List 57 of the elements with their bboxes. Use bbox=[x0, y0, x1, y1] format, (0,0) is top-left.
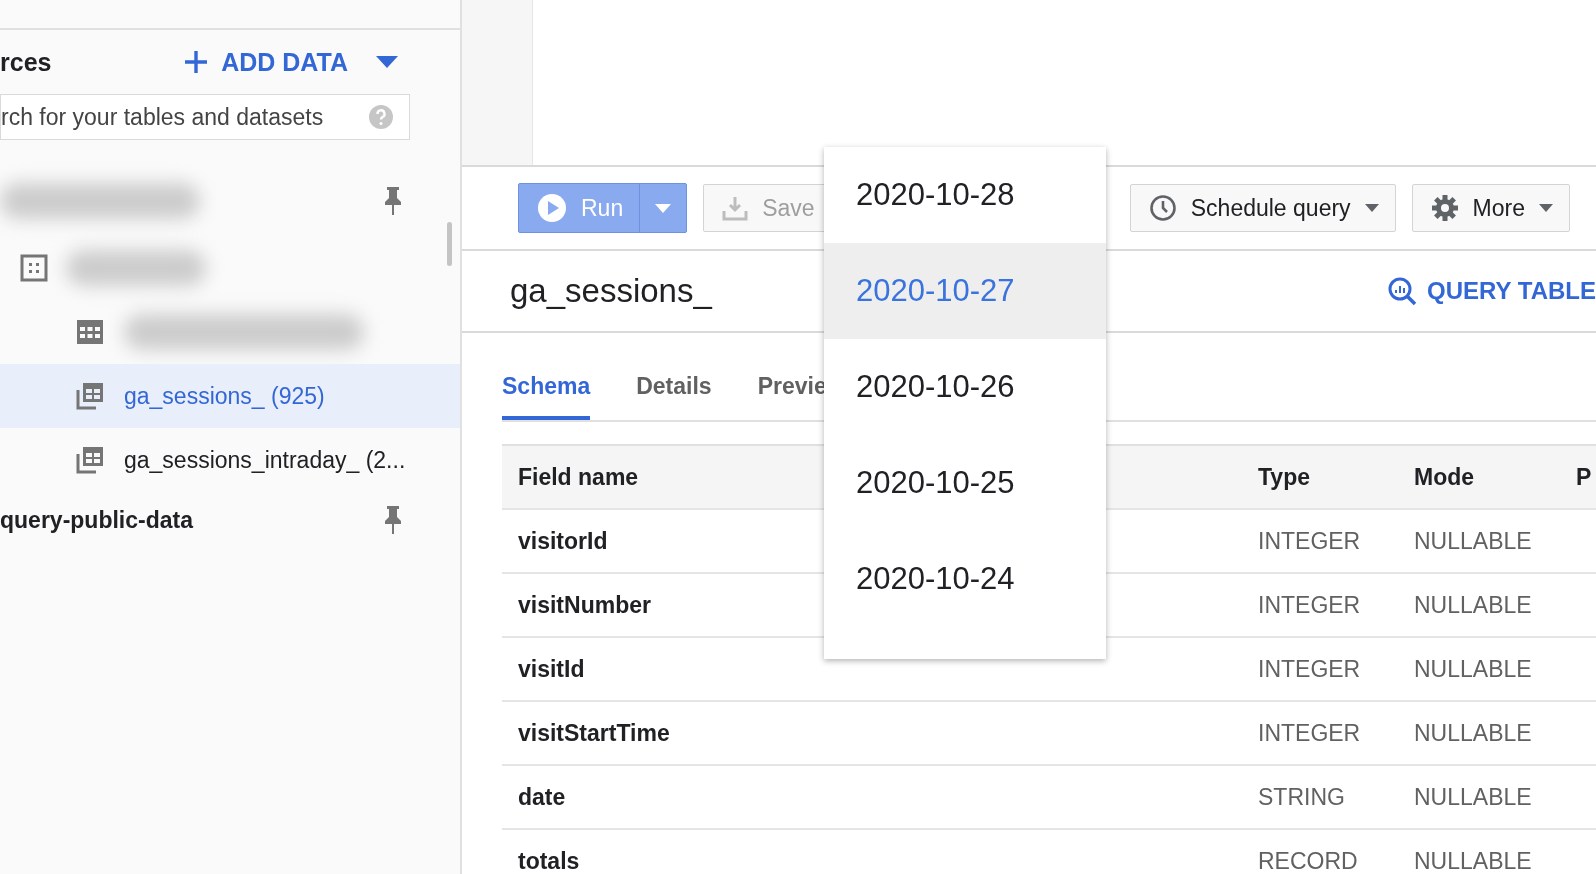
clock-icon bbox=[1148, 194, 1177, 222]
tab[interactable]: Details bbox=[636, 359, 712, 420]
mode-cell-text: NULLABLE bbox=[1414, 719, 1533, 747]
caret-icon bbox=[655, 203, 672, 213]
field-name-cell: visitStartTime bbox=[518, 719, 670, 746]
date-option[interactable]: 2020-10-25 bbox=[824, 435, 1106, 531]
project-name[interactable]: query-public-data bbox=[0, 506, 193, 534]
type-cell-text: INTEGER bbox=[1258, 719, 1362, 747]
table-name[interactable]: ga_sessions_ (925) bbox=[124, 382, 325, 410]
field-name-cell: visitorId bbox=[518, 527, 608, 554]
table-title: ga_sessions_ bbox=[510, 272, 712, 310]
sharded-table-icon bbox=[76, 446, 104, 474]
field-name-cell: visitId bbox=[518, 655, 585, 682]
table-icon bbox=[76, 318, 104, 346]
column-header: Mode bbox=[1414, 463, 1475, 490]
date-option[interactable]: 2020-10-27 bbox=[824, 243, 1106, 339]
search-icon bbox=[1387, 276, 1418, 306]
field-name-cell: totals bbox=[518, 847, 580, 874]
caret-icon bbox=[376, 55, 398, 69]
pin-icon[interactable] bbox=[382, 505, 404, 535]
mode-cell-text: NULLABLE bbox=[1414, 847, 1533, 874]
more-button[interactable]: More bbox=[1411, 184, 1570, 232]
pin-icon[interactable] bbox=[382, 186, 404, 216]
scrollbar-thumb[interactable] bbox=[447, 222, 452, 266]
section-title: rces bbox=[0, 47, 52, 77]
type-cell-text: INTEGER bbox=[1258, 591, 1362, 619]
sharded-table-icon bbox=[76, 382, 104, 410]
column-header: P bbox=[1576, 463, 1592, 490]
caret-icon bbox=[1539, 204, 1553, 212]
field-name-cell: date bbox=[518, 783, 566, 810]
type-cell-text: INTEGER bbox=[1258, 655, 1362, 683]
gear-icon bbox=[1430, 194, 1459, 222]
mode-cell-text: NULLABLE bbox=[1414, 783, 1533, 811]
type-cell-text: STRING bbox=[1258, 783, 1346, 811]
dataset-icon bbox=[20, 254, 48, 282]
caret-icon bbox=[1364, 204, 1379, 212]
tab[interactable]: Previe bbox=[757, 359, 827, 420]
column-header: Type bbox=[1258, 463, 1310, 490]
table-name[interactable]: ga_sessions_intraday_ (2... bbox=[124, 446, 406, 474]
tab[interactable]: Schema bbox=[502, 359, 591, 420]
mode-cell-text: NULLABLE bbox=[1414, 591, 1533, 619]
mode-cell-text: NULLABLE bbox=[1414, 655, 1533, 683]
query-table-button[interactable]: QUERY TABLE bbox=[1387, 276, 1596, 306]
mode-cell-text: NULLABLE bbox=[1414, 527, 1533, 555]
column-header: Field name bbox=[518, 463, 639, 490]
download-icon bbox=[722, 195, 749, 221]
type-cell-text: RECORD bbox=[1258, 847, 1359, 874]
search-field[interactable]: rch for your tables and datasets bbox=[0, 94, 410, 140]
type-cell-text: INTEGER bbox=[1258, 527, 1362, 555]
add-data-button[interactable]: ADD DATA bbox=[183, 47, 398, 77]
date-option[interactable]: 2020-10-26 bbox=[824, 339, 1106, 435]
schedule-query-button[interactable]: Schedule query bbox=[1129, 184, 1396, 232]
plus-icon bbox=[183, 49, 210, 75]
date-option[interactable]: 2020-10-24 bbox=[824, 531, 1106, 627]
play-icon bbox=[537, 193, 567, 223]
field-name-cell: visitNumber bbox=[518, 591, 651, 618]
help-icon[interactable] bbox=[369, 105, 393, 129]
